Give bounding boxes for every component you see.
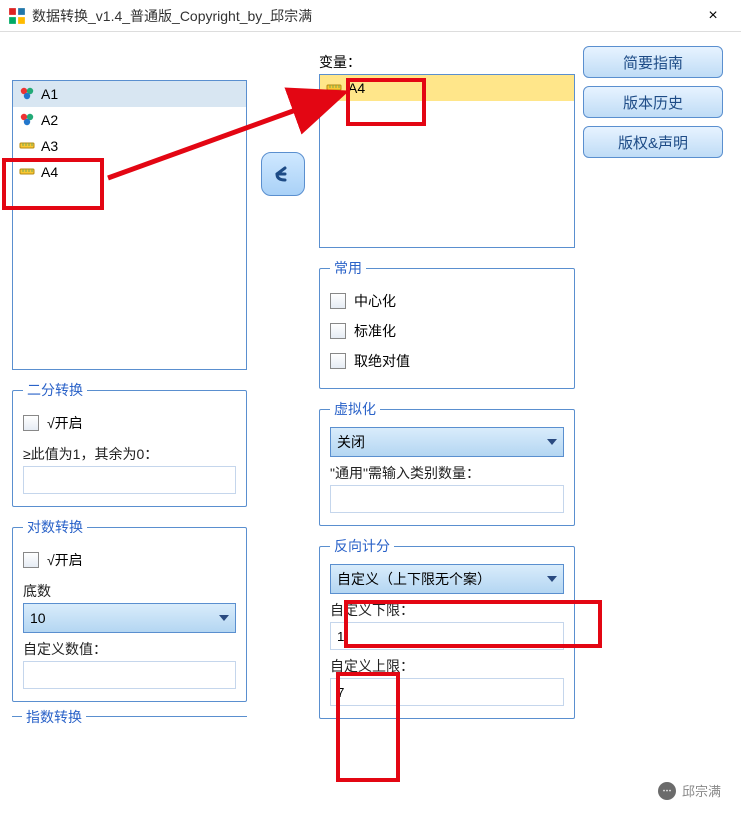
binary-threshold-input[interactable] <box>23 466 236 494</box>
reverse-upper-label: 自定义上限： <box>330 656 564 676</box>
log-base-label: 底数 <box>23 581 236 601</box>
copyright-button[interactable]: 版权&声明 <box>583 126 723 158</box>
ruler-icon <box>19 163 35 182</box>
log-panel: 对数转换 √开启 底数 10 自定义数值： <box>12 517 247 702</box>
move-back-button[interactable] <box>261 152 305 196</box>
standardize-label: 标准化 <box>354 321 396 341</box>
log-enable-label: √开启 <box>47 550 83 570</box>
reverse-panel: 反向计分 自定义（上下限无个案） 自定义下限： 自定义上限： <box>319 536 575 719</box>
list-item[interactable]: A3 <box>13 133 246 159</box>
list-item-label: A4 <box>348 80 365 96</box>
arrow-return-icon <box>271 162 295 186</box>
guide-button[interactable]: 简要指南 <box>583 46 723 78</box>
reverse-lower-label: 自定义下限： <box>330 600 564 620</box>
chevron-down-icon <box>547 439 557 445</box>
list-item[interactable]: A4 <box>320 75 574 101</box>
list-item[interactable]: A4 <box>13 159 246 185</box>
binary-threshold-label: ≥此值为1，其余为0： <box>23 444 236 464</box>
binary-panel: 二分转换 √开启 ≥此值为1，其余为0： <box>12 380 247 507</box>
nominal-icon <box>19 85 35 104</box>
window-title: 数据转换_v1.4_普通版_Copyright_by_邱宗满 <box>32 6 693 26</box>
target-variable-list[interactable]: A4 <box>319 74 575 248</box>
chevron-down-icon <box>219 615 229 621</box>
binary-enable-label: √开启 <box>47 413 83 433</box>
binary-legend: 二分转换 <box>23 380 87 400</box>
chevron-down-icon <box>547 576 557 582</box>
list-item-label: A4 <box>41 164 58 180</box>
ruler-icon <box>326 79 342 98</box>
abs-checkbox[interactable] <box>330 353 346 369</box>
wechat-icon: ⋯ <box>658 782 676 800</box>
reverse-lower-input[interactable] <box>330 622 564 650</box>
dummy-note: "通用"需输入类别数量： <box>330 463 564 483</box>
binary-enable-checkbox[interactable] <box>23 415 39 431</box>
titlebar: 数据转换_v1.4_普通版_Copyright_by_邱宗满 × <box>0 0 741 32</box>
list-item-label: A3 <box>41 138 58 154</box>
dummy-legend: 虚拟化 <box>330 399 380 419</box>
window-close-button[interactable]: × <box>693 7 733 25</box>
log-legend: 对数转换 <box>23 517 87 537</box>
center-checkbox[interactable] <box>330 293 346 309</box>
history-button[interactable]: 版本历史 <box>583 86 723 118</box>
watermark: ⋯ 邱宗满 <box>658 781 721 800</box>
log-custom-input[interactable] <box>23 661 236 689</box>
list-item-label: A2 <box>41 112 58 128</box>
log-enable-checkbox[interactable] <box>23 552 39 568</box>
source-variable-list[interactable]: A1 A2 A3 A4 <box>12 80 247 370</box>
dummy-mode-select[interactable]: 关闭 <box>330 427 564 457</box>
variable-label: 变量： <box>319 52 575 72</box>
ruler-icon <box>19 137 35 156</box>
common-panel: 常用 中心化 标准化 取绝对值 <box>319 258 575 389</box>
standardize-checkbox[interactable] <box>330 323 346 339</box>
list-item-label: A1 <box>41 86 58 102</box>
dummy-mode-value: 关闭 <box>337 432 365 452</box>
log-custom-label: 自定义数值： <box>23 639 236 659</box>
exp-legend: 指数转换 <box>22 707 86 727</box>
watermark-text: 邱宗满 <box>682 781 721 800</box>
reverse-upper-input[interactable] <box>330 678 564 706</box>
abs-label: 取绝对值 <box>354 351 410 371</box>
reverse-legend: 反向计分 <box>330 536 394 556</box>
list-item[interactable]: A1 <box>13 81 246 107</box>
reverse-mode-select[interactable]: 自定义（上下限无个案） <box>330 564 564 594</box>
app-icon <box>8 7 26 25</box>
reverse-mode-value: 自定义（上下限无个案） <box>337 569 491 589</box>
common-legend: 常用 <box>330 258 366 278</box>
log-base-value: 10 <box>30 610 46 626</box>
center-label: 中心化 <box>354 291 396 311</box>
nominal-icon <box>19 111 35 130</box>
dummy-count-input[interactable] <box>330 485 564 513</box>
dummy-panel: 虚拟化 关闭 "通用"需输入类别数量： <box>319 399 575 526</box>
log-base-select[interactable]: 10 <box>23 603 236 633</box>
list-item[interactable]: A2 <box>13 107 246 133</box>
